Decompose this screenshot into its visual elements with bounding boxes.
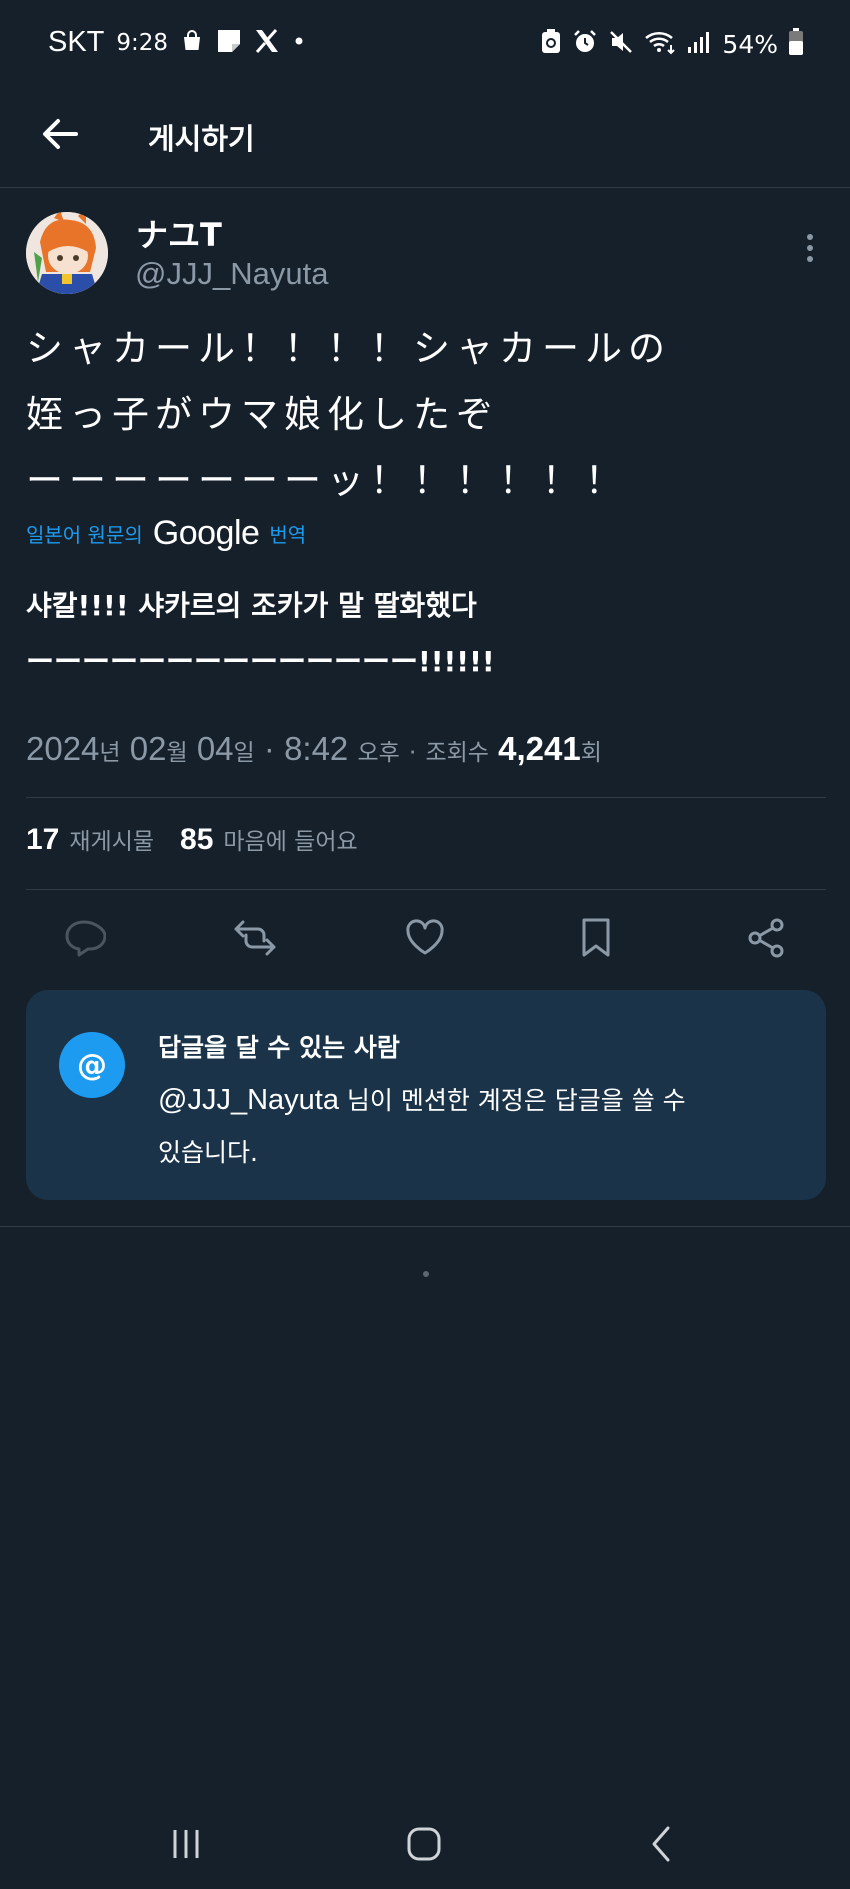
status-right: 54% xyxy=(540,28,804,60)
page: SKT 9:28 54% 게시하기 ナユT @JJJ_Nayuta シャカール！… xyxy=(0,0,850,1889)
chevron-left-icon xyxy=(652,1826,670,1862)
reply-card-title: 답글을 달 수 있는 사람 xyxy=(158,1033,400,1062)
translated-text: 샤칼!!!! 샤카르의 조카가 말 딸화했다 ーーーーーーーーーーーーーー!!!… xyxy=(26,578,826,690)
reply-card-text: 있습니다. xyxy=(158,1138,258,1167)
home-button[interactable] xyxy=(394,1822,454,1866)
translation-attribution[interactable]: 일본어 원문의 Google 번역 xyxy=(26,512,306,554)
divider xyxy=(26,797,826,798)
bookmark-button[interactable] xyxy=(568,910,624,966)
tweet-text: シャカール！！！！シャカールの 姪っ子がウマ娘化したぞ ーーーーーーーッ！！！！… xyxy=(26,316,826,514)
top-app-bar: 게시하기 xyxy=(0,88,850,188)
reply-restriction-card: @ 답글을 달 수 있는 사람 @JJJ_Nayuta 님이 멘션한 계정은 답… xyxy=(26,990,826,1200)
note-icon xyxy=(216,28,242,58)
tweet-text-line: ーーーーーーーッ！！！！！！ xyxy=(26,459,628,502)
like-label[interactable]: 마음에 들어요 xyxy=(223,822,357,856)
translated-text-line: ーーーーーーーーーーーーーー!!!!!! xyxy=(26,645,495,678)
battery-percent: 54% xyxy=(722,29,778,59)
clock: 9:28 xyxy=(116,29,169,56)
post-ampm: 오후 xyxy=(357,740,400,766)
mute-icon xyxy=(608,29,634,59)
reply-icon xyxy=(65,920,106,957)
recents-icon xyxy=(173,1830,199,1858)
like-count[interactable]: 85 xyxy=(180,823,213,857)
alarm-icon xyxy=(572,29,598,59)
post-time: 8:42 xyxy=(284,730,349,767)
tweet-text-line: 姪っ子がウマ娘化したぞ xyxy=(26,393,499,436)
tweet-meta: 2024년 02월 04일 · 8:42 오후 · 조회수 4,241회 xyxy=(26,730,602,768)
post-month: 02 xyxy=(129,730,167,767)
system-nav-bar xyxy=(0,1800,850,1889)
google-logo: Google xyxy=(152,513,260,552)
like-button[interactable] xyxy=(397,910,453,966)
more-options-button[interactable] xyxy=(798,230,822,266)
recent-apps-button[interactable] xyxy=(156,1822,216,1866)
loading-indicator xyxy=(423,1271,429,1277)
month-unit: 월 xyxy=(166,740,188,766)
mention-link[interactable]: @JJJ_Nayuta xyxy=(158,1084,339,1116)
divider xyxy=(26,889,826,890)
post-day: 04 xyxy=(196,730,234,767)
meta-separator: · xyxy=(408,740,417,766)
shopping-bag-icon xyxy=(180,29,204,57)
retweet-count[interactable]: 17 xyxy=(26,823,59,857)
status-left: SKT 9:28 xyxy=(48,26,306,59)
views-label: 조회수 xyxy=(425,740,489,766)
action-bar xyxy=(0,910,850,970)
arrow-left-icon xyxy=(43,119,78,149)
share-icon xyxy=(748,918,784,958)
avatar-image xyxy=(26,212,108,294)
bookmark-icon xyxy=(582,918,610,957)
more-vertical-icon xyxy=(807,234,813,262)
system-back-button[interactable] xyxy=(632,1822,692,1866)
retweet-icon xyxy=(234,920,276,956)
engagement-stats: 17 재게시물 85 마음에 들어요 xyxy=(26,822,358,857)
year-unit: 년 xyxy=(99,740,121,766)
translated-text-line: 샤칼!!!! 샤카르의 조카가 말 딸화했다 xyxy=(26,589,477,622)
back-button[interactable] xyxy=(38,112,82,156)
x-logo-icon xyxy=(254,28,280,58)
tweet-text-line: シャカール！！！！シャカールの xyxy=(26,327,671,370)
share-button[interactable] xyxy=(738,910,794,966)
carrier-label: SKT xyxy=(48,26,105,58)
battery-icon xyxy=(788,28,804,60)
translation-prefix: 일본어 원문의 xyxy=(26,522,143,547)
post-year: 2024 xyxy=(26,730,100,767)
dot-icon xyxy=(292,33,306,52)
views-count[interactable]: 4,241 xyxy=(498,730,581,767)
reply-button[interactable] xyxy=(56,910,112,966)
display-name[interactable]: ナユT xyxy=(136,210,222,256)
avatar[interactable] xyxy=(26,212,108,294)
meta-separator: · xyxy=(263,730,275,767)
day-unit: 일 xyxy=(233,740,255,766)
battery-saver-icon xyxy=(540,29,562,59)
signal-icon xyxy=(686,29,712,59)
retweet-label[interactable]: 재게시물 xyxy=(69,822,154,856)
retweet-button[interactable] xyxy=(227,910,283,966)
home-icon xyxy=(407,1827,441,1861)
mention-icon: @ xyxy=(59,1032,125,1098)
reply-card-description: @JJJ_Nayuta 님이 멘션한 계정은 답글을 쓸 수 있습니다. xyxy=(158,1074,798,1179)
views-unit: 회 xyxy=(580,740,602,766)
user-handle[interactable]: @JJJ_Nayuta xyxy=(135,256,328,292)
wifi-icon xyxy=(644,29,676,59)
translation-suffix: 번역 xyxy=(269,522,307,547)
heart-icon xyxy=(406,919,444,955)
divider xyxy=(0,1226,850,1227)
status-bar: SKT 9:28 54% xyxy=(0,0,850,88)
reply-card-text: 님이 멘션한 계정은 답글을 쓸 수 xyxy=(338,1086,686,1115)
page-title: 게시하기 xyxy=(148,122,255,156)
